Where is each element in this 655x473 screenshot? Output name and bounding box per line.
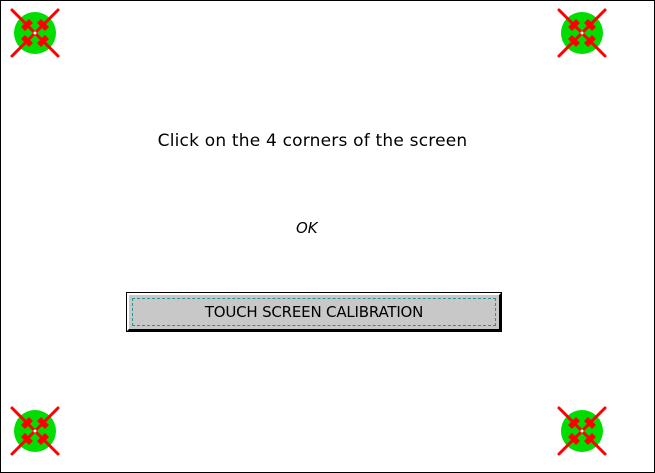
- calibration-target-bottom-right-icon[interactable]: [556, 405, 608, 457]
- status-text: OK: [296, 219, 318, 237]
- calibration-target-bottom-left-icon[interactable]: [9, 405, 61, 457]
- calibration-screen: Click on the 4 corners of the screen OK …: [0, 0, 655, 473]
- touch-screen-calibration-button[interactable]: TOUCH SCREEN CALIBRATION: [126, 292, 502, 332]
- calibration-target-top-right-icon[interactable]: [556, 7, 608, 59]
- calibration-target-top-left-icon[interactable]: [9, 7, 61, 59]
- calibration-button-label: TOUCH SCREEN CALIBRATION: [204, 303, 424, 321]
- instruction-text: Click on the 4 corners of the screen: [157, 131, 468, 151]
